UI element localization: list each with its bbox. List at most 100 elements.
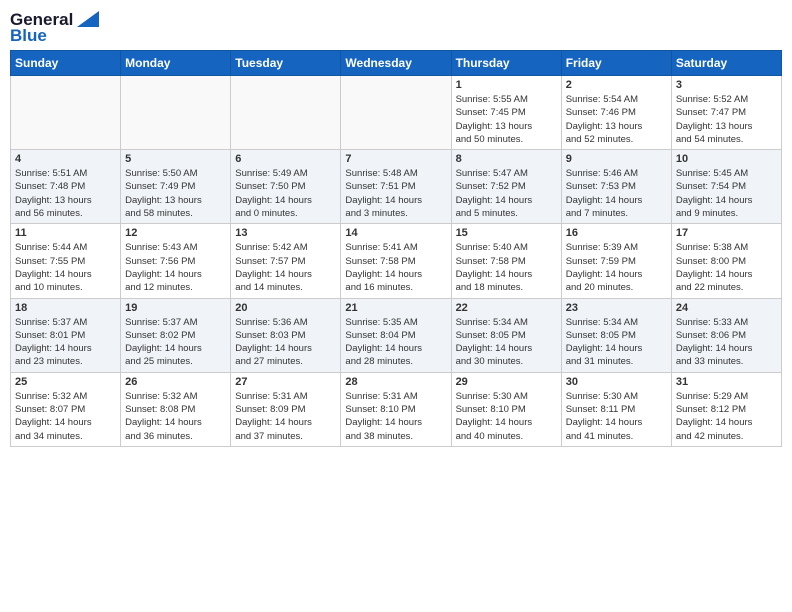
calendar-cell: 23 Sunrise: 5:34 AM Sunset: 8:05 PM Dayli…	[561, 298, 671, 372]
day-number: 19	[125, 302, 226, 314]
calendar-week-row: 1Sunrise: 5:55 AM Sunset: 7:45 PM Daylig…	[11, 76, 782, 150]
calendar-cell: 11 Sunrise: 5:44 AM Sunset: 7:55 PM Dayli…	[11, 224, 121, 298]
calendar-cell: 7Sunrise: 5:48 AM Sunset: 7:51 PM Daylig…	[341, 150, 451, 224]
day-info: Sunrise: 5:43 AM Sunset: 7:56 PM Dayligh…	[125, 241, 226, 294]
day-number: 4	[15, 153, 116, 165]
day-number: 17	[676, 227, 777, 239]
calendar-cell: 25 Sunrise: 5:32 AM Sunset: 8:07 PM Dayli…	[11, 372, 121, 446]
calendar-cell: 4 Sunrise: 5:51 AM Sunset: 7:48 PM Daylig…	[11, 150, 121, 224]
calendar-cell: 18 Sunrise: 5:37 AM Sunset: 8:01 PM Dayli…	[11, 298, 121, 372]
calendar-cell	[121, 76, 231, 150]
day-number: 27	[235, 376, 336, 388]
day-info: Sunrise: 5:42 AM Sunset: 7:57 PM Dayligh…	[235, 241, 336, 294]
calendar-week-row: 18 Sunrise: 5:37 AM Sunset: 8:01 PM Dayli…	[11, 298, 782, 372]
day-info: Sunrise: 5:38 AM Sunset: 8:00 PM Dayligh…	[676, 241, 777, 294]
day-number: 5	[125, 153, 226, 165]
calendar-cell: 19 Sunrise: 5:37 AM Sunset: 8:02 PM Dayli…	[121, 298, 231, 372]
calendar-cell: 22 Sunrise: 5:34 AM Sunset: 8:05 PM Dayli…	[451, 298, 561, 372]
weekday-header-tuesday: Tuesday	[231, 51, 341, 76]
logo-blue-text: Blue	[10, 26, 47, 46]
day-info: Sunrise: 5:52 AM Sunset: 7:47 PM Dayligh…	[676, 93, 777, 146]
weekday-header-wednesday: Wednesday	[341, 51, 451, 76]
day-info: Sunrise: 5:54 AM Sunset: 7:46 PM Dayligh…	[566, 93, 667, 146]
day-number: 22	[456, 302, 557, 314]
weekday-header-thursday: Thursday	[451, 51, 561, 76]
day-info: Sunrise: 5:33 AM Sunset: 8:06 PM Dayligh…	[676, 316, 777, 369]
day-number: 3	[676, 79, 777, 91]
calendar-cell: 27Sunrise: 5:31 AM Sunset: 8:09 PM Dayli…	[231, 372, 341, 446]
calendar-cell: 10 Sunrise: 5:45 AM Sunset: 7:54 PM Dayli…	[671, 150, 781, 224]
day-number: 23	[566, 302, 667, 314]
calendar-cell: 6 Sunrise: 5:49 AM Sunset: 7:50 PM Daylig…	[231, 150, 341, 224]
day-info: Sunrise: 5:37 AM Sunset: 8:02 PM Dayligh…	[125, 316, 226, 369]
calendar-week-row: 11 Sunrise: 5:44 AM Sunset: 7:55 PM Dayli…	[11, 224, 782, 298]
day-info: Sunrise: 5:32 AM Sunset: 8:08 PM Dayligh…	[125, 390, 226, 443]
day-info: Sunrise: 5:44 AM Sunset: 7:55 PM Dayligh…	[15, 241, 116, 294]
calendar-week-row: 25 Sunrise: 5:32 AM Sunset: 8:07 PM Dayli…	[11, 372, 782, 446]
day-info: Sunrise: 5:32 AM Sunset: 8:07 PM Dayligh…	[15, 390, 116, 443]
calendar-cell: 30 Sunrise: 5:30 AM Sunset: 8:11 PM Dayli…	[561, 372, 671, 446]
day-info: Sunrise: 5:39 AM Sunset: 7:59 PM Dayligh…	[566, 241, 667, 294]
calendar-cell: 16 Sunrise: 5:39 AM Sunset: 7:59 PM Dayli…	[561, 224, 671, 298]
day-info: Sunrise: 5:51 AM Sunset: 7:48 PM Dayligh…	[15, 167, 116, 220]
calendar-cell: 5 Sunrise: 5:50 AM Sunset: 7:49 PM Daylig…	[121, 150, 231, 224]
day-number: 21	[345, 302, 446, 314]
day-info: Sunrise: 5:30 AM Sunset: 8:11 PM Dayligh…	[566, 390, 667, 443]
weekday-header-friday: Friday	[561, 51, 671, 76]
logo: General Blue	[10, 10, 99, 46]
day-number: 7	[345, 153, 446, 165]
calendar-cell: 12 Sunrise: 5:43 AM Sunset: 7:56 PM Dayli…	[121, 224, 231, 298]
calendar-cell: 9 Sunrise: 5:46 AM Sunset: 7:53 PM Daylig…	[561, 150, 671, 224]
day-info: Sunrise: 5:49 AM Sunset: 7:50 PM Dayligh…	[235, 167, 336, 220]
day-number: 9	[566, 153, 667, 165]
calendar-cell: 20Sunrise: 5:36 AM Sunset: 8:03 PM Dayli…	[231, 298, 341, 372]
day-number: 24	[676, 302, 777, 314]
calendar-cell: 2 Sunrise: 5:54 AM Sunset: 7:46 PM Daylig…	[561, 76, 671, 150]
calendar-cell: 14 Sunrise: 5:41 AM Sunset: 7:58 PM Dayli…	[341, 224, 451, 298]
calendar-cell: 3 Sunrise: 5:52 AM Sunset: 7:47 PM Daylig…	[671, 76, 781, 150]
day-info: Sunrise: 5:29 AM Sunset: 8:12 PM Dayligh…	[676, 390, 777, 443]
calendar-cell: 8 Sunrise: 5:47 AM Sunset: 7:52 PM Daylig…	[451, 150, 561, 224]
day-info: Sunrise: 5:34 AM Sunset: 8:05 PM Dayligh…	[456, 316, 557, 369]
day-number: 14	[345, 227, 446, 239]
day-number: 11	[15, 227, 116, 239]
day-number: 15	[456, 227, 557, 239]
weekday-header-row: SundayMondayTuesdayWednesdayThursdayFrid…	[11, 51, 782, 76]
day-info: Sunrise: 5:41 AM Sunset: 7:58 PM Dayligh…	[345, 241, 446, 294]
day-number: 16	[566, 227, 667, 239]
weekday-header-sunday: Sunday	[11, 51, 121, 76]
day-number: 20	[235, 302, 336, 314]
day-info: Sunrise: 5:45 AM Sunset: 7:54 PM Dayligh…	[676, 167, 777, 220]
day-number: 2	[566, 79, 667, 91]
calendar-cell: 21 Sunrise: 5:35 AM Sunset: 8:04 PM Dayli…	[341, 298, 451, 372]
day-info: Sunrise: 5:31 AM Sunset: 8:10 PM Dayligh…	[345, 390, 446, 443]
day-info: Sunrise: 5:47 AM Sunset: 7:52 PM Dayligh…	[456, 167, 557, 220]
day-info: Sunrise: 5:35 AM Sunset: 8:04 PM Dayligh…	[345, 316, 446, 369]
day-number: 30	[566, 376, 667, 388]
weekday-header-monday: Monday	[121, 51, 231, 76]
day-number: 25	[15, 376, 116, 388]
day-number: 6	[235, 153, 336, 165]
calendar-cell: 28Sunrise: 5:31 AM Sunset: 8:10 PM Dayli…	[341, 372, 451, 446]
calendar-table: SundayMondayTuesdayWednesdayThursdayFrid…	[10, 50, 782, 447]
calendar-cell	[231, 76, 341, 150]
day-number: 8	[456, 153, 557, 165]
page-header: General Blue	[10, 10, 782, 46]
calendar-week-row: 4 Sunrise: 5:51 AM Sunset: 7:48 PM Daylig…	[11, 150, 782, 224]
calendar-cell: 1Sunrise: 5:55 AM Sunset: 7:45 PM Daylig…	[451, 76, 561, 150]
day-info: Sunrise: 5:46 AM Sunset: 7:53 PM Dayligh…	[566, 167, 667, 220]
day-number: 10	[676, 153, 777, 165]
calendar-cell: 17 Sunrise: 5:38 AM Sunset: 8:00 PM Dayli…	[671, 224, 781, 298]
day-info: Sunrise: 5:34 AM Sunset: 8:05 PM Dayligh…	[566, 316, 667, 369]
day-number: 12	[125, 227, 226, 239]
day-number: 13	[235, 227, 336, 239]
day-info: Sunrise: 5:50 AM Sunset: 7:49 PM Dayligh…	[125, 167, 226, 220]
weekday-header-saturday: Saturday	[671, 51, 781, 76]
day-number: 18	[15, 302, 116, 314]
day-info: Sunrise: 5:37 AM Sunset: 8:01 PM Dayligh…	[15, 316, 116, 369]
calendar-cell	[341, 76, 451, 150]
day-number: 1	[456, 79, 557, 91]
calendar-cell: 26Sunrise: 5:32 AM Sunset: 8:08 PM Dayli…	[121, 372, 231, 446]
calendar-cell: 15Sunrise: 5:40 AM Sunset: 7:58 PM Dayli…	[451, 224, 561, 298]
day-number: 29	[456, 376, 557, 388]
